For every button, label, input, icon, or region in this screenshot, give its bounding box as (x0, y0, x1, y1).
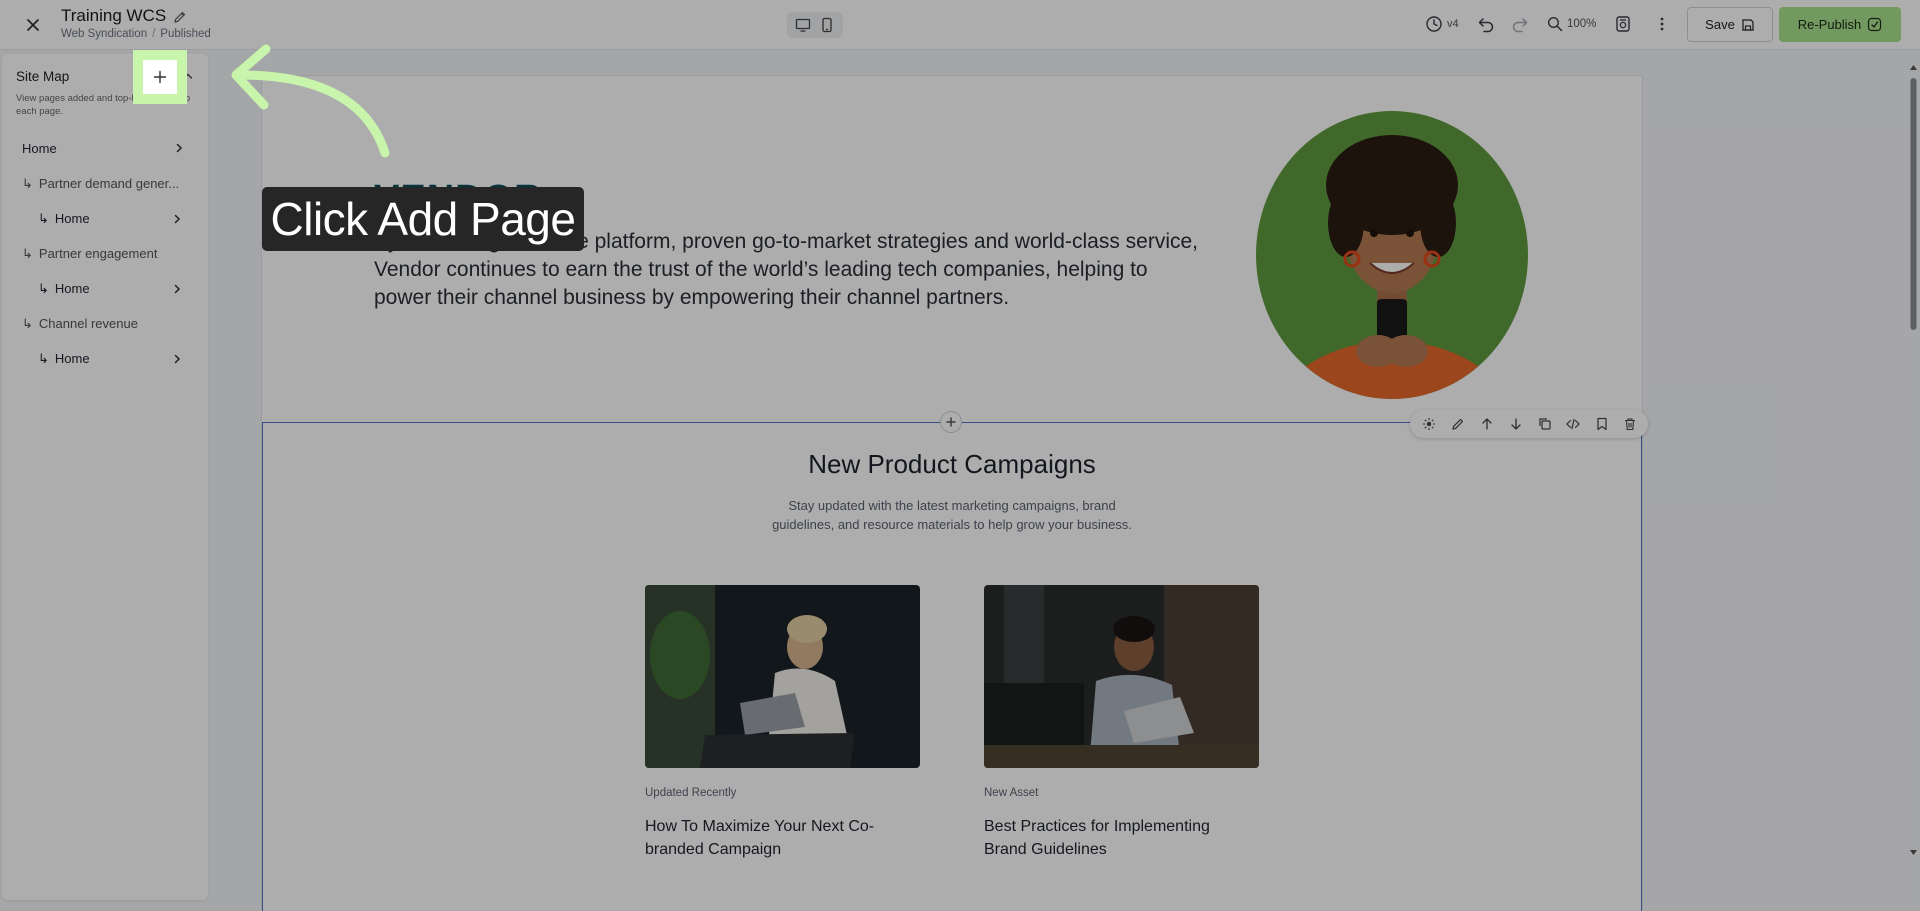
trash-icon[interactable] (1623, 417, 1637, 431)
breadcrumb: Web Syndication / Published (61, 28, 211, 40)
magnifier-icon[interactable] (1547, 16, 1563, 32)
site-map-title: Site Map (16, 69, 70, 84)
pencil-icon[interactable] (173, 10, 187, 24)
vertical-scrollbar[interactable] (1907, 62, 1920, 858)
sub-page-arrow-icon: ↳ (22, 316, 33, 331)
card-title[interactable]: How To Maximize Your Next Co-branded Cam… (645, 815, 905, 861)
sidebar-item-home-partner-demand[interactable]: ↳ Home (38, 211, 90, 227)
sidebar-item-label: Home (22, 141, 57, 156)
add-page-button[interactable] (143, 60, 177, 94)
tutorial-tooltip: Click Add Page (262, 187, 584, 251)
breadcrumb-item-site[interactable]: Web Syndication (61, 28, 147, 40)
sidebar-item-partner-engagement[interactable]: ↳ Partner engagement (22, 246, 157, 262)
close-icon[interactable] (22, 14, 44, 36)
section-heading[interactable]: New Product Campaigns (762, 449, 1142, 480)
chevron-right-icon[interactable] (172, 284, 182, 294)
section-subheading[interactable]: Stay updated with the latest marketing c… (762, 496, 1142, 534)
card-image-woman-laptop[interactable] (645, 585, 920, 768)
undo-icon[interactable] (1477, 15, 1495, 33)
mobile-icon[interactable] (819, 17, 835, 33)
card-tag: Updated Recently (645, 787, 737, 799)
sidebar-item-label: Channel revenue (38, 316, 138, 331)
card-tag: New Asset (984, 787, 1039, 799)
republish-button[interactable]: Re-Publish (1779, 7, 1901, 42)
pointer-arrow-icon (231, 44, 390, 158)
republish-button-label: Re-Publish (1797, 17, 1862, 32)
move-down-icon[interactable] (1509, 417, 1523, 431)
style-sun-icon[interactable] (1422, 417, 1436, 431)
pencil-icon[interactable] (1451, 417, 1465, 431)
card-title[interactable]: Best Practices for Implementing Brand Gu… (984, 815, 1244, 861)
bookmark-icon[interactable] (1595, 417, 1609, 431)
sub-page-arrow-icon: ↳ (38, 281, 49, 296)
plus-icon (152, 69, 168, 85)
save-button-label: Save (1705, 17, 1735, 32)
section-toolbar (1410, 410, 1648, 438)
sidebar-item-label: Home (54, 211, 90, 226)
save-button[interactable]: Save (1687, 7, 1773, 42)
floppy-disk-icon (1741, 18, 1755, 32)
sidebar-item-channel-revenue[interactable]: ↳ Channel revenue (22, 316, 138, 332)
sub-page-arrow-icon: ↳ (38, 211, 49, 226)
sub-page-arrow-icon: ↳ (22, 176, 33, 191)
sidebar-item-label: Partner engagement (38, 246, 158, 261)
add-section-plus-icon[interactable] (940, 411, 962, 433)
code-icon[interactable] (1566, 417, 1580, 431)
duplicate-icon[interactable] (1538, 417, 1552, 431)
desktop-icon[interactable] (795, 17, 811, 33)
card-image-man-tablet[interactable] (984, 585, 1259, 768)
sidebar-item-home-partner-engagement[interactable]: ↳ Home (38, 281, 90, 297)
chevron-right-icon[interactable] (172, 214, 182, 224)
sidebar-item-label: Home (54, 281, 90, 296)
chevron-right-icon[interactable] (172, 354, 182, 364)
more-vertical-icon[interactable] (1654, 15, 1670, 33)
sidebar-item-partner-demand[interactable]: ↳ Partner demand gener... (22, 176, 179, 192)
device-toggle (787, 12, 843, 38)
clock-icon[interactable] (1425, 15, 1443, 33)
page-title: Training WCS (61, 6, 167, 25)
sub-page-arrow-icon: ↳ (38, 351, 49, 366)
chevron-right-icon[interactable] (174, 143, 184, 153)
breadcrumb-separator: / (152, 28, 156, 40)
redo-icon[interactable] (1511, 15, 1529, 33)
sidebar-item-label: Home (54, 351, 90, 366)
breadcrumb-item-status: Published (160, 28, 211, 40)
version-label[interactable]: v4 (1447, 18, 1459, 30)
move-up-icon[interactable] (1480, 417, 1494, 431)
publish-icon (1867, 17, 1882, 32)
preview-icon[interactable] (1614, 15, 1632, 33)
zoom-level[interactable]: 100% (1567, 18, 1596, 30)
sidebar-item-label: Partner demand gener... (38, 176, 180, 191)
sidebar-item-home-channel-revenue[interactable]: ↳ Home (38, 351, 90, 367)
sidebar-item-home[interactable]: Home (22, 141, 57, 156)
sub-page-arrow-icon: ↳ (22, 246, 33, 261)
hero-portrait-image[interactable] (1256, 111, 1528, 399)
